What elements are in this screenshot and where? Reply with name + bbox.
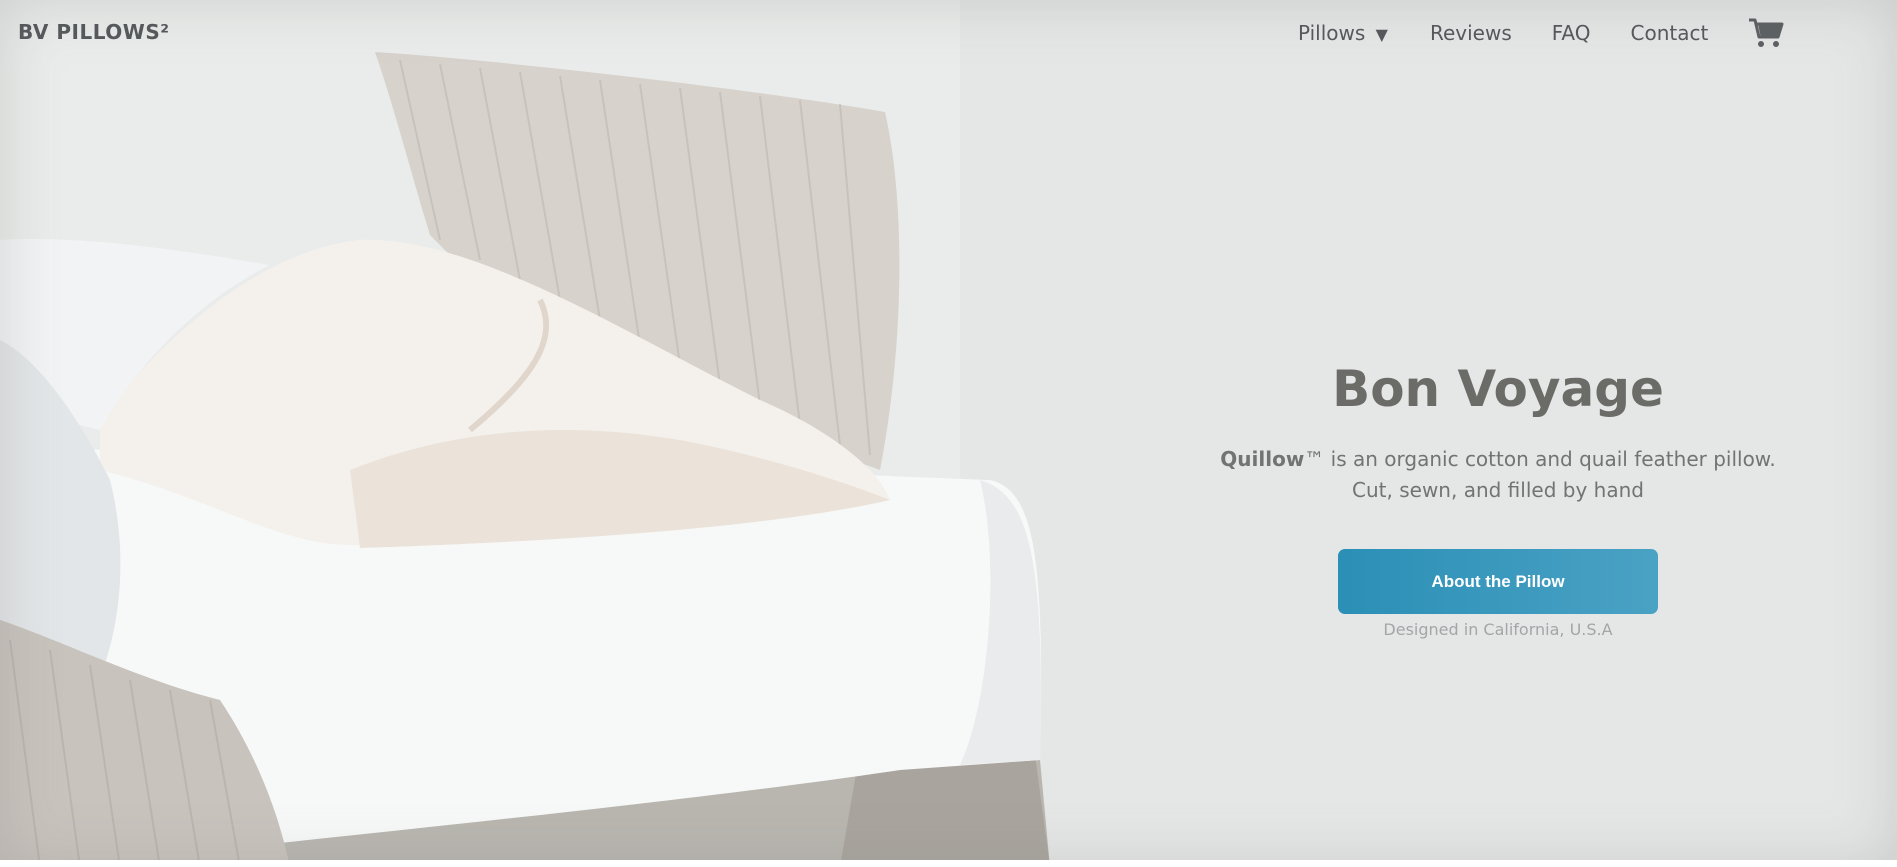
product-name: Quillow [1220, 447, 1305, 471]
hero-title: Bon Voyage [1332, 360, 1664, 418]
nav-reviews-link[interactable]: Reviews [1430, 21, 1512, 45]
nav-faq-link[interactable]: FAQ [1552, 21, 1591, 45]
hero-section: Bon Voyage Quillow™ is an organic cotton… [1130, 360, 1866, 639]
nav-pillows-dropdown[interactable]: Pillows ▼ [1298, 21, 1388, 45]
about-pillow-button[interactable]: About the Pillow [1338, 549, 1658, 614]
brand-logo[interactable]: BV PILLOWS² [18, 20, 169, 44]
hero-description-text: ™ is an organic cotton and quail feather… [1304, 447, 1776, 471]
page-bottom-edge [0, 860, 1897, 867]
shopping-cart-icon[interactable] [1748, 17, 1784, 49]
hero-description-line-2: Cut, sewn, and filled by hand [1352, 478, 1644, 502]
main-nav: Pillows ▼ Reviews FAQ Contact [1298, 18, 1784, 48]
hero-description: Quillow™ is an organic cotton and quail … [1130, 444, 1866, 506]
caret-down-icon: ▼ [1375, 25, 1388, 44]
hero-description-line-1: Quillow™ is an organic cotton and quail … [1130, 444, 1866, 475]
designed-in-note: Designed in California, U.S.A [1383, 620, 1613, 639]
nav-contact-link[interactable]: Contact [1631, 21, 1709, 45]
landing-page: BV PILLOWS² Pillows ▼ Reviews FAQ Contac… [0, 0, 1897, 867]
nav-pillows-label: Pillows [1298, 21, 1366, 45]
